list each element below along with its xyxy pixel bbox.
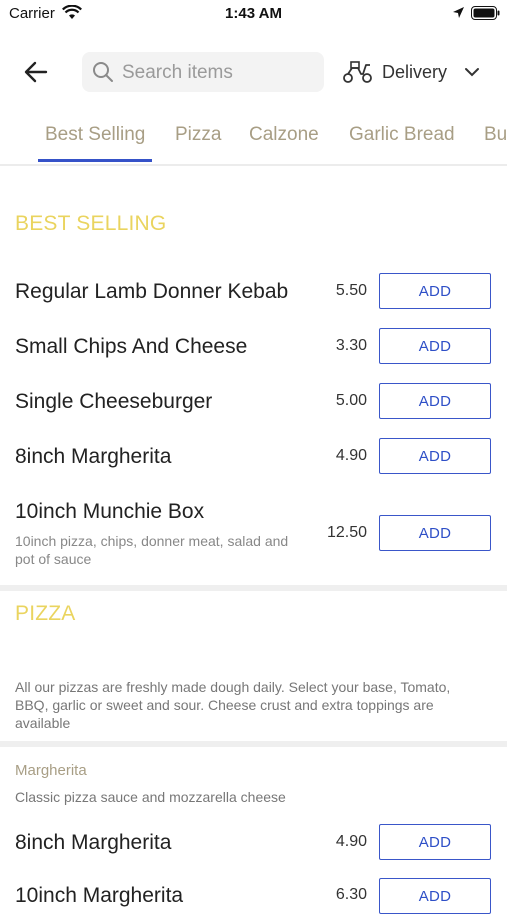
menu-item-price: 4.90 (335, 447, 367, 464)
menu-item-name: 8inch Margherita (15, 831, 172, 854)
scooter-icon (342, 60, 374, 89)
back-arrow-icon (24, 61, 48, 83)
category-info-text: All our pizzas are freshly made dough da… (15, 679, 451, 731)
back-button[interactable] (20, 56, 52, 88)
add-button[interactable]: ADD (379, 273, 491, 309)
active-tab-indicator (38, 159, 152, 162)
menu-item-price: 6.30 (335, 886, 367, 903)
menu-item-name: 10inch Munchie Box (15, 500, 205, 523)
add-button[interactable]: ADD (379, 824, 491, 860)
menu-item-name: Regular Lamb Donner Kebab (15, 280, 289, 303)
menu-item-price: 5.50 (335, 282, 367, 299)
add-button[interactable]: ADD (379, 383, 491, 419)
section-divider (0, 585, 507, 591)
top-bar: Delivery (0, 40, 507, 104)
section-title-best-selling: BEST SELLING (15, 212, 167, 235)
menu-item-name: Small Chips And Cheese (15, 335, 248, 358)
tab-best-selling[interactable]: Best Selling (45, 124, 145, 146)
menu-item-name: Single Cheeseburger (15, 390, 213, 413)
menu-item-price: 4.90 (335, 833, 367, 850)
subcategory-title: Margherita (15, 762, 87, 779)
status-bar: Carrier 1:43 AM (0, 0, 507, 28)
menu-item-price: 5.00 (335, 392, 367, 409)
menu-item-price: 3.30 (335, 337, 367, 354)
search-bar[interactable] (82, 52, 324, 92)
add-button[interactable]: ADD (379, 438, 491, 474)
section-divider (0, 741, 507, 747)
tab-burgers[interactable]: Bu (484, 124, 507, 146)
search-icon (92, 61, 114, 88)
menu-item-name: 8inch Margherita (15, 445, 172, 468)
delivery-mode-dropdown[interactable]: Delivery (340, 52, 490, 92)
subcategory-description: Classic pizza sauce and mozzarella chees… (15, 789, 286, 805)
add-button[interactable]: ADD (379, 878, 491, 914)
tab-garlic-bread[interactable]: Garlic Bread (349, 124, 455, 146)
search-input[interactable] (120, 57, 320, 89)
add-button[interactable]: ADD (379, 515, 491, 551)
location-arrow-icon (452, 6, 465, 24)
menu-item-price: 12.50 (326, 524, 367, 541)
add-button[interactable]: ADD (379, 328, 491, 364)
battery-icon (471, 6, 500, 25)
tab-calzone[interactable]: Calzone (249, 124, 319, 146)
menu-item-name: 10inch Margherita (15, 884, 184, 907)
tab-pizza[interactable]: Pizza (175, 124, 221, 146)
menu-item-description: 10inch pizza, chips, donner meat, salad … (15, 533, 289, 567)
clock: 1:43 AM (225, 5, 282, 22)
chevron-down-icon (464, 64, 480, 85)
delivery-label: Delivery (382, 62, 448, 82)
category-tabs: Best Selling Pizza Calzone Garlic Bread … (0, 118, 507, 166)
section-title-pizza: PIZZA (15, 602, 76, 625)
